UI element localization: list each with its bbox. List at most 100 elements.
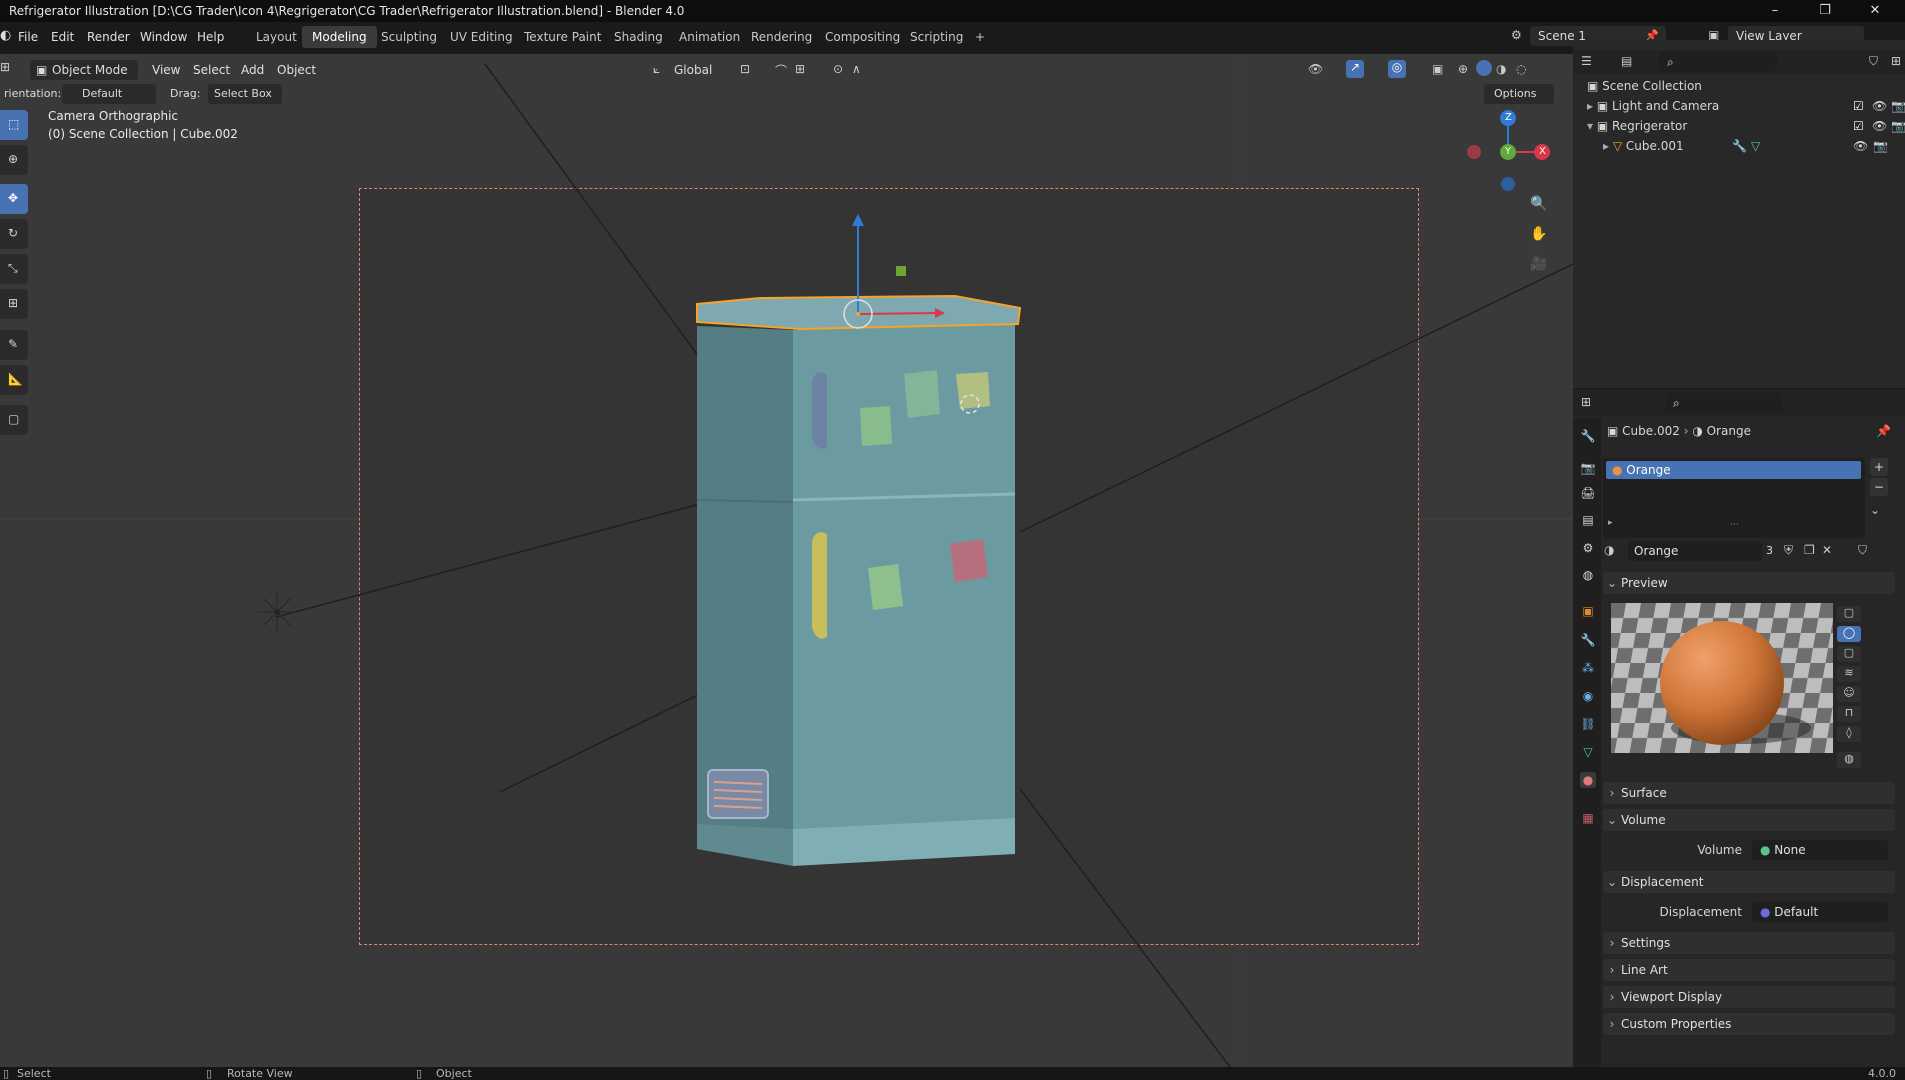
scene-icon[interactable]: ⚙ — [1511, 28, 1522, 42]
new-collection-icon[interactable]: ⊞ — [1891, 54, 1901, 68]
menu-window[interactable]: Window — [140, 30, 187, 44]
fridge-model[interactable] — [0, 54, 1573, 1067]
outliner-row-scene-collection[interactable]: ▣ Scene Collection — [1587, 76, 1702, 96]
outliner-row-cube-001[interactable]: ▸ ▽ Cube.001 🔧 ▽ 👁 📷 — [1603, 136, 1905, 156]
render-tab-icon[interactable]: 📷 — [1580, 460, 1596, 476]
solid-shading-icon[interactable] — [1476, 60, 1492, 76]
line-art-panel-header[interactable]: › Line Art — [1603, 959, 1895, 981]
render-camera-icon[interactable]: 📷 — [1873, 136, 1888, 156]
modifier-tab-icon[interactable]: 🔧 — [1580, 632, 1596, 648]
material-name-field[interactable]: Orange — [1628, 541, 1762, 561]
render-camera-icon[interactable]: 📷 — [1891, 116, 1905, 136]
menu-select[interactable]: Select — [193, 63, 230, 77]
displacement-panel-header[interactable]: ⌄ Displacement — [1603, 871, 1895, 893]
expand-chevron-icon[interactable]: ▾ — [1587, 119, 1597, 133]
breadcrumb-object[interactable]: Cube.002 — [1622, 424, 1680, 438]
volume-panel-header[interactable]: ⌄ Volume — [1603, 809, 1895, 831]
menu-file[interactable]: File — [18, 30, 38, 44]
transform-orientation-selector[interactable]: Global — [668, 60, 734, 80]
proportional-edit-icon[interactable]: ⊙ — [833, 62, 843, 76]
fake-user-shield-icon[interactable]: ⛨ — [1784, 543, 1793, 558]
tab-rendering[interactable]: Rendering — [741, 26, 822, 48]
tool-tab-icon[interactable]: 🔧 — [1580, 428, 1596, 444]
tab-layout[interactable]: Layout — [246, 26, 307, 48]
displacement-field[interactable]: ● Default — [1752, 902, 1888, 922]
expand-chevron-icon[interactable]: ▸ — [1587, 99, 1597, 113]
snap-icon[interactable]: ⌒ — [775, 62, 787, 79]
preview-cloth-icon[interactable]: ⊓ — [1837, 706, 1861, 722]
preview-fluid-icon[interactable]: ◊ — [1837, 726, 1861, 742]
checkbox-icon[interactable]: ☑ — [1853, 116, 1864, 136]
tab-texture-paint[interactable]: Texture Paint — [514, 26, 611, 48]
tab-animation[interactable]: Animation — [669, 26, 750, 48]
outliner-row-light-and-camera[interactable]: ▸ ▣ Light and Camera ☑ 👁 📷 — [1587, 96, 1905, 116]
breadcrumb-material[interactable]: Orange — [1707, 424, 1751, 438]
tab-sculpting[interactable]: Sculpting — [371, 26, 447, 48]
material-slot-item[interactable]: ● Orange — [1606, 461, 1861, 479]
preview-sphere-icon[interactable]: ◯ — [1837, 626, 1861, 642]
mode-selector[interactable]: ▣ Object Mode — [30, 60, 138, 80]
menu-object[interactable]: Object — [277, 63, 316, 77]
tool-add-cube[interactable]: ▢ — [0, 405, 28, 435]
blender-logo-icon[interactable]: ◐ — [0, 28, 11, 44]
preview-panel-header[interactable]: ⌄ Preview — [1603, 572, 1895, 594]
tool-scale[interactable]: ⤡ — [0, 254, 28, 284]
zoom-icon[interactable]: 🔍 — [1530, 196, 1547, 212]
viewport-display-panel-header[interactable]: › Viewport Display — [1603, 986, 1895, 1008]
falloff-icon[interactable]: ∧ — [852, 62, 861, 76]
tool-annotate[interactable]: ✎ — [0, 330, 28, 360]
tab-uv-editing[interactable]: UV Editing — [440, 26, 523, 48]
settings-panel-header[interactable]: › Settings — [1603, 932, 1895, 954]
overlay-toggle-icon[interactable]: ◎ — [1388, 60, 1406, 78]
slot-expand-icon[interactable]: ▸ — [1608, 518, 1613, 528]
preview-monkey-icon[interactable]: ☺ — [1837, 686, 1861, 702]
texture-tab-icon[interactable]: ▦ — [1580, 810, 1596, 826]
preview-cube-icon[interactable]: ▢ — [1837, 646, 1861, 662]
rendered-shading-icon[interactable]: ◌ — [1516, 62, 1526, 76]
expand-chevron-icon[interactable]: ▸ — [1603, 139, 1613, 153]
menu-render[interactable]: Render — [87, 30, 130, 44]
snap-target-icon[interactable]: ⊞ — [795, 62, 805, 76]
outliner-search-input[interactable]: ⌕ — [1659, 52, 1777, 72]
properties-editor-icon[interactable]: ⊞ — [1581, 395, 1591, 409]
eye-icon[interactable]: 👁 — [1872, 96, 1887, 116]
eye-icon[interactable]: 👁 — [1853, 136, 1868, 156]
outliner-editor-icon[interactable]: ☰ — [1581, 54, 1592, 68]
constraints-tab-icon[interactable]: ⛓ — [1580, 716, 1596, 732]
material-tab-icon[interactable]: ● — [1580, 772, 1596, 788]
add-slot-button[interactable]: + — [1870, 458, 1888, 476]
world-tab-icon[interactable]: ◍ — [1580, 567, 1596, 583]
editor-type-icon[interactable]: ⊞ — [0, 60, 10, 74]
tool-rotate[interactable]: ↻ — [0, 219, 28, 249]
menu-edit[interactable]: Edit — [51, 30, 74, 44]
view-layer-tab-icon[interactable]: ▤ — [1580, 512, 1596, 528]
tool-transform[interactable]: ⊞ — [0, 289, 28, 319]
tool-select-box[interactable]: ⬚ — [0, 110, 28, 140]
preview-flat-icon[interactable]: ▢ — [1837, 606, 1861, 622]
unlink-material-icon[interactable]: ✕ — [1822, 543, 1832, 557]
outliner-row-regrigerator[interactable]: ▾ ▣ Regrigerator ☑ 👁 📷 — [1587, 116, 1905, 136]
physics-tab-icon[interactable]: ◉ — [1580, 688, 1596, 704]
material-shading-icon[interactable]: ◑ — [1496, 62, 1506, 76]
link-type-icon[interactable]: ⛉ — [1858, 543, 1867, 558]
tab-compositing[interactable]: Compositing — [815, 26, 910, 48]
pivot-point-icon[interactable]: ⊡ — [740, 62, 750, 76]
data-tab-icon[interactable]: ▽ — [1580, 744, 1596, 760]
scene-tab-icon[interactable]: ⚙ — [1580, 540, 1596, 556]
user-count[interactable]: 3 — [1766, 544, 1773, 557]
checkbox-icon[interactable]: ☑ — [1853, 96, 1864, 116]
remove-slot-button[interactable]: − — [1870, 478, 1888, 496]
tool-measure[interactable]: 📐 — [0, 365, 28, 395]
filter-icon[interactable]: ⛉ — [1869, 54, 1878, 69]
eye-icon[interactable]: 👁 — [1872, 116, 1887, 136]
add-workspace-button[interactable]: + — [965, 26, 995, 48]
custom-properties-panel-header[interactable]: › Custom Properties — [1603, 1013, 1895, 1035]
list-resize-handle-icon[interactable]: ⋯ — [1730, 520, 1739, 530]
output-tab-icon[interactable]: 🖨 — [1580, 485, 1596, 501]
tab-modeling[interactable]: Modeling — [302, 26, 377, 48]
menu-add[interactable]: Add — [241, 63, 264, 77]
volume-field[interactable]: ● None — [1752, 840, 1888, 860]
visibility-icon[interactable]: 👁 — [1308, 62, 1323, 76]
wireframe-shading-icon[interactable]: ⊕ — [1458, 62, 1468, 76]
render-camera-icon[interactable]: 📷 — [1891, 96, 1905, 116]
